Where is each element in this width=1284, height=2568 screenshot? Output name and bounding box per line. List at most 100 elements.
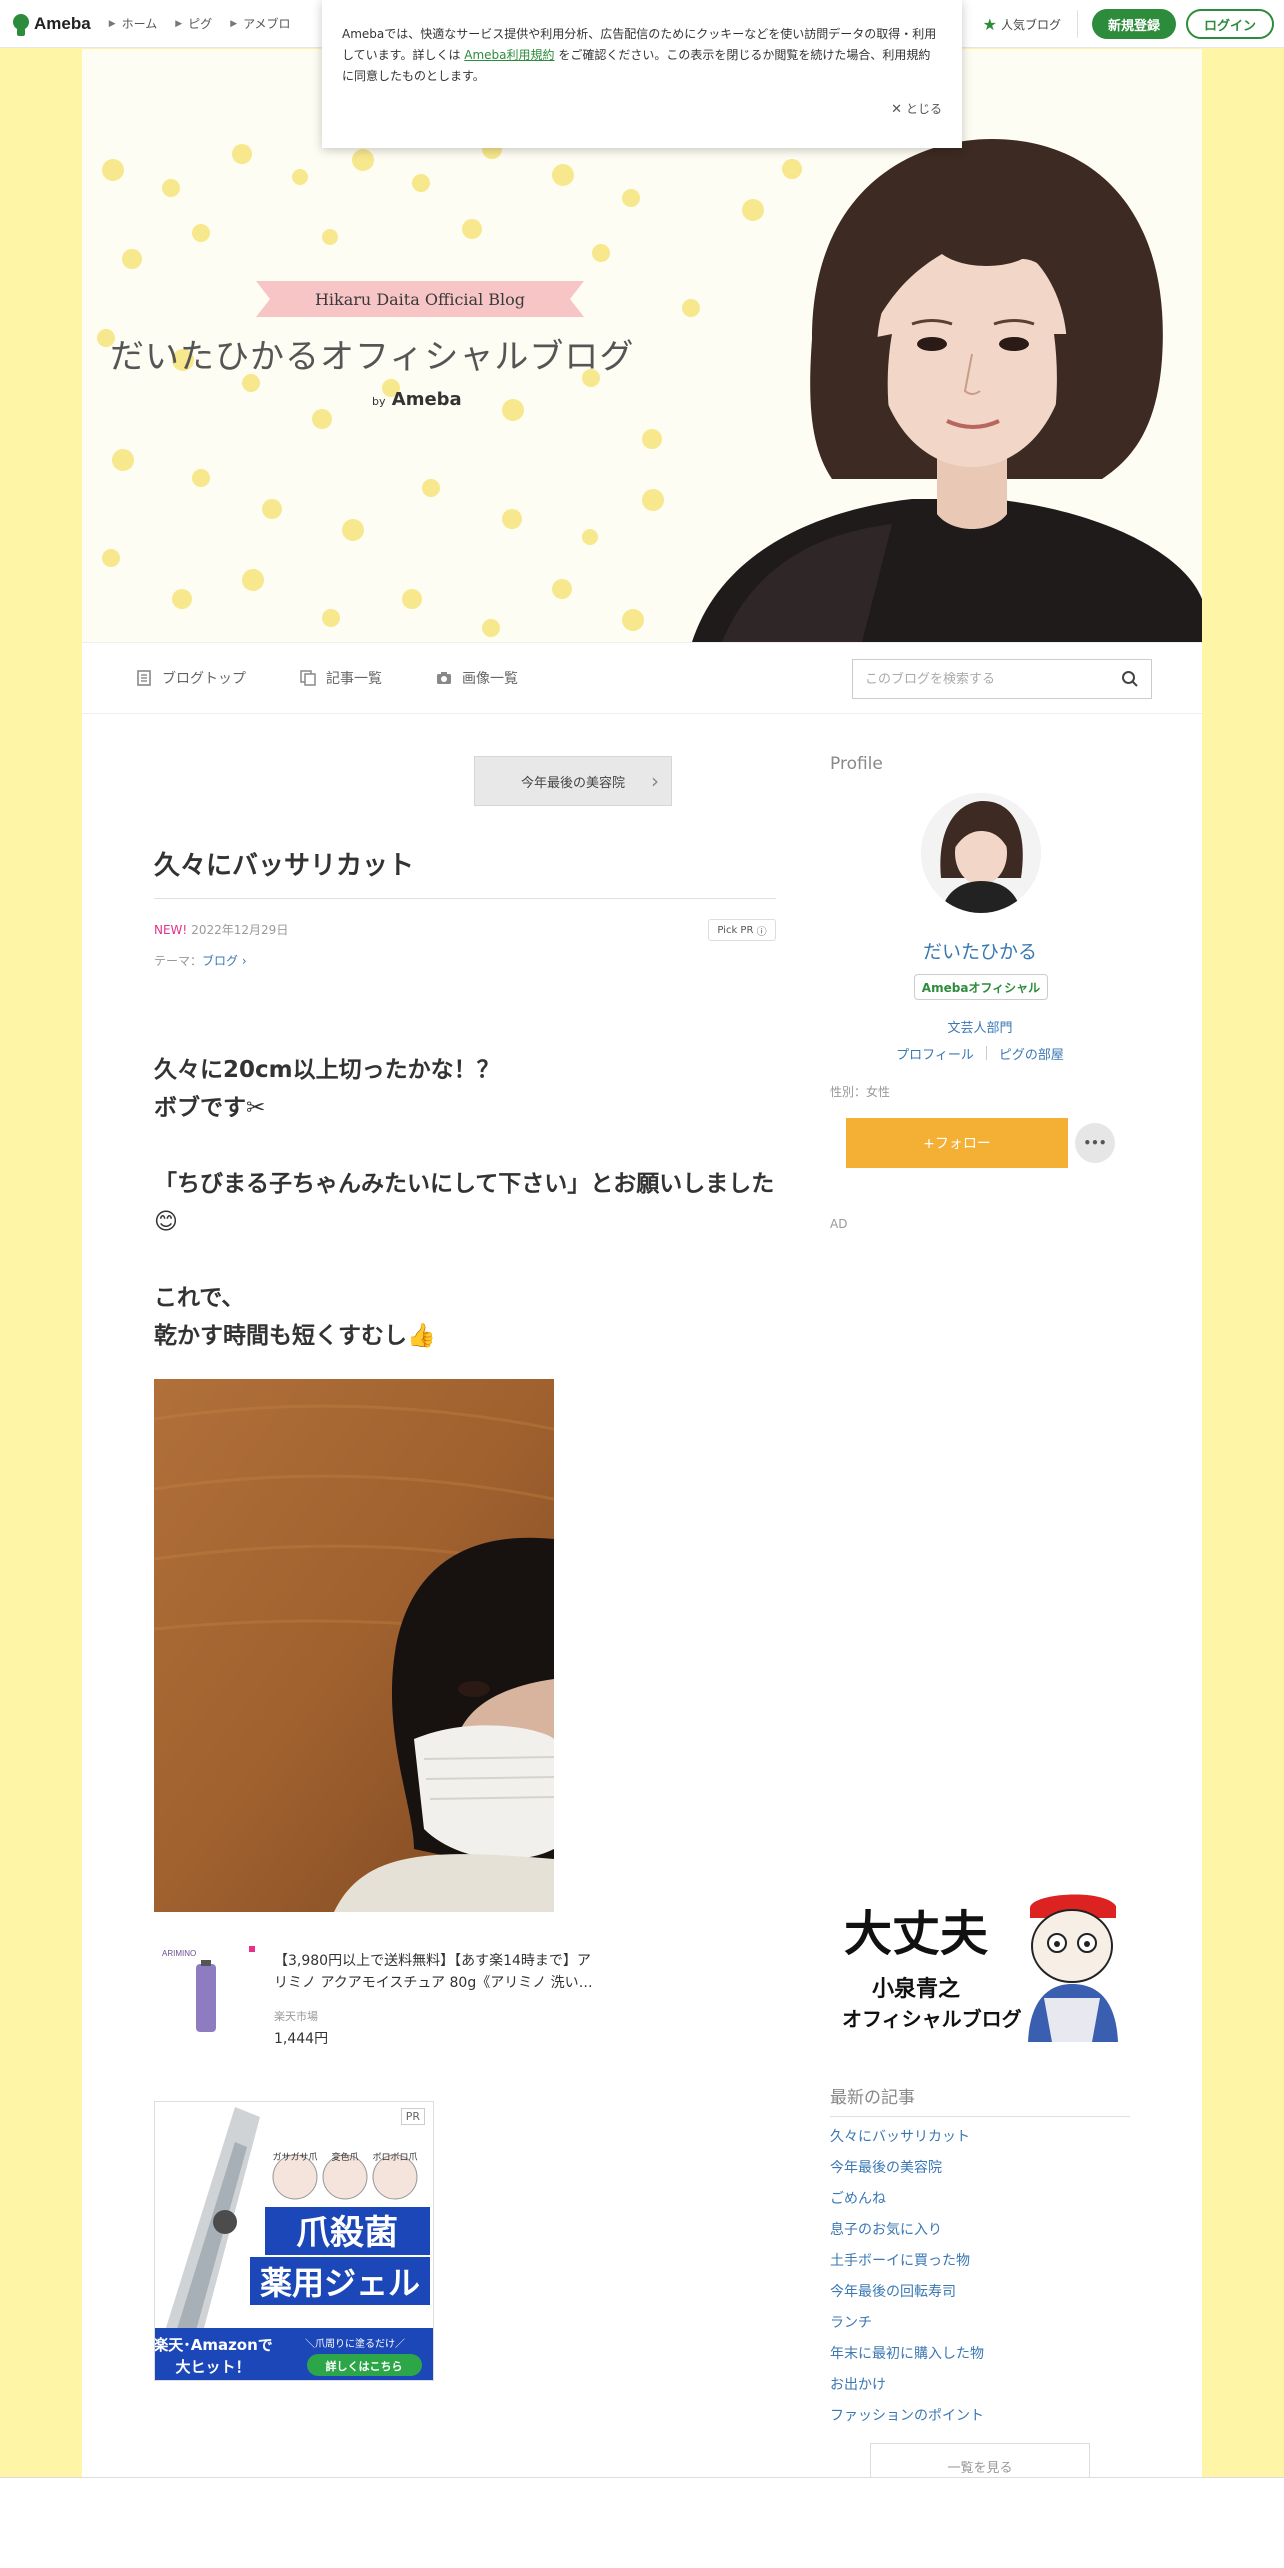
polka-dot <box>642 429 662 449</box>
search-icon[interactable] <box>1121 670 1139 688</box>
polka-dot <box>122 249 142 269</box>
polka-dot <box>102 549 120 567</box>
star-icon: ★ <box>982 14 997 34</box>
banner-ad-sub-text-2: オフィシャルブログ <box>842 2007 1022 2031</box>
polka-dot <box>352 149 374 171</box>
polka-dot <box>592 244 610 262</box>
login-button[interactable]: ログイン <box>1185 9 1274 39</box>
pr-label: PR <box>400 2108 425 2125</box>
product-price: 1,444円 <box>274 2031 329 2047</box>
profile-category[interactable]: 文芸人部門 <box>830 1017 1130 1036</box>
body-line: ボブです✂ <box>154 1095 266 1121</box>
polka-dot <box>422 479 440 497</box>
nav-entry-list-label: 記事一覧 <box>326 671 382 687</box>
signup-button[interactable]: 新規登録 <box>1091 9 1176 39</box>
ad-tag-2: 変色爪 <box>331 2151 358 2163</box>
entry-photo[interactable] <box>154 1379 554 1912</box>
ad-footer-note: ＼爪周りに塗るだけ／ <box>305 2337 405 2350</box>
theme-link[interactable]: ブログ › <box>202 954 247 968</box>
cookie-close-label: とじる <box>905 102 942 116</box>
cookie-close-button[interactable]: ✕ とじる <box>891 99 942 120</box>
blog-search-input[interactable] <box>865 671 1121 687</box>
nav-ameblo[interactable]: ▶ アメブロ <box>230 15 290 32</box>
pigg-room-link[interactable]: ピグの部屋 <box>999 1044 1064 1063</box>
chevron-right-icon: ▶ <box>175 18 183 29</box>
chevron-right-icon: ▶ <box>230 18 238 29</box>
recent-entry-link[interactable]: ファッションのポイント <box>830 2406 1130 2437</box>
nav-pigg[interactable]: ▶ ピグ <box>175 15 212 32</box>
product-title: 【3,980円以上で送料無料】【あす楽14時まで】アリミノ アクアモイスチュア … <box>274 1953 593 1991</box>
profile-avatar[interactable] <box>921 793 1041 913</box>
nav-blog-top[interactable]: ブログトップ <box>136 668 246 688</box>
entry-date: 2022年12月29日 <box>191 923 289 937</box>
polka-dot <box>462 219 482 239</box>
polka-dot <box>482 619 500 637</box>
popular-blogs-link[interactable]: ★ 人気ブログ <box>983 15 1061 34</box>
cookie-consent-dialog: Amebaでは、快適なサービス提供や利用分析、広告配信のためにクッキーなどを使い… <box>322 0 962 148</box>
ad-cta: 詳しくはこちら <box>326 2359 403 2373</box>
nav-image-list[interactable]: 画像一覧 <box>436 668 518 688</box>
entry-meta: NEW! 2022年12月29日 <box>154 921 288 938</box>
profile-gender: 性別：女性 <box>830 1085 891 1099</box>
polka-dot <box>622 609 644 631</box>
polka-dot <box>502 399 524 421</box>
recent-entry-link[interactable]: 年末に最初に購入した物 <box>830 2344 1130 2375</box>
previous-entry-label: 今年最後の美容院 <box>520 775 625 791</box>
pick-pr-button[interactable]: Pick PR ⓘ <box>708 919 776 941</box>
recent-entry-link[interactable]: 土手ボーイに買った物 <box>830 2251 1130 2282</box>
nav-entry-list[interactable]: 記事一覧 <box>300 668 382 688</box>
recent-entry-link[interactable]: 息子のお気に入り <box>830 2220 1130 2251</box>
cookie-text: Amebaでは、快適なサービス提供や利用分析、広告配信のためにクッキーなどを使い… <box>342 24 942 87</box>
recent-entry-link[interactable]: 今年最後の美容院 <box>830 2158 1130 2189</box>
polka-dot <box>412 174 430 192</box>
official-badge[interactable]: Amebaオフィシャル <box>914 974 1048 1000</box>
recent-entry-link[interactable]: 久々にバッサリカット <box>830 2127 1130 2158</box>
nav-home[interactable]: ▶ ホーム <box>109 15 158 32</box>
polka-dot <box>192 224 210 242</box>
entry-title[interactable]: 久々にバッサリカット <box>154 845 776 899</box>
polka-dot <box>322 609 340 627</box>
polka-dot <box>172 589 192 609</box>
entry-theme: テーマ：ブログ › <box>154 952 247 969</box>
polka-dot <box>582 529 598 545</box>
header-actions: ★ 人気ブログ 新規登録 ログイン <box>983 0 1274 48</box>
advertisement-banner[interactable]: 爪殺菌 薬用ジェル ガサガサ爪 変色爪 ボロボロ爪 楽天･Amazonで 大ヒッ… <box>154 2101 434 2381</box>
ameba-logo[interactable]: Ameba <box>12 0 91 48</box>
recent-entries-list: 久々にバッサリカット 今年最後の美容院 ごめんね 息子のお気に入り 土手ボーイに… <box>830 2127 1130 2437</box>
ad-tag-3: ボロボロ爪 <box>372 2152 417 2163</box>
follow-button[interactable]: +フォロー <box>846 1118 1068 1168</box>
polka-dot <box>552 579 572 599</box>
body-line: 「ちびまる子ちゃんみたいにして下さい」とお願いしました😊 <box>154 1171 775 1235</box>
banner-ad-sub-text: 小泉青之 <box>872 1976 960 2002</box>
recent-entries-heading: 最新の記事 <box>830 2083 1130 2117</box>
copy-icon <box>300 670 316 686</box>
nav-home-label: ホーム <box>121 17 158 31</box>
recent-entry-link[interactable]: ランチ <box>830 2313 1130 2344</box>
blog-search <box>852 659 1152 699</box>
polka-dot <box>242 569 264 591</box>
product-link-card[interactable]: ARIMINO 【3,980円以上で送料無料】【あす楽14時まで】アリミノ アク… <box>154 1942 784 2052</box>
polka-dot <box>622 189 640 207</box>
more-options-button[interactable]: ••• <box>1075 1123 1115 1163</box>
polka-dot <box>162 179 180 197</box>
ameba-mascot-icon <box>12 12 30 36</box>
recent-entry-link[interactable]: 今年最後の回転寿司 <box>830 2282 1130 2313</box>
profile-link[interactable]: プロフィール <box>896 1044 974 1063</box>
sidebar-banner-ad[interactable]: 大丈夫 小泉青之 オフィシャルブログ <box>834 1888 1130 2042</box>
banner-byline: by Ameba <box>372 389 462 410</box>
blog-page: Hikaru Daita Official Blog だいたひかるオフィシャルブ… <box>82 49 1202 2489</box>
previous-entry-button[interactable]: 今年最後の美容院 › <box>474 756 672 806</box>
document-icon <box>137 670 151 686</box>
thumb-brand: ARIMINO <box>162 1949 196 1958</box>
banner-ribbon: Hikaru Daita Official Blog <box>256 281 584 317</box>
ad-creative: 爪殺菌 薬用ジェル ガサガサ爪 変色爪 ボロボロ爪 楽天･Amazonで 大ヒッ… <box>155 2102 433 2380</box>
polka-dot <box>232 144 252 164</box>
terms-link[interactable]: Ameba利用規約 <box>464 48 554 62</box>
info-icon: ⓘ <box>756 926 767 938</box>
ad-headline-1: 爪殺菌 <box>296 2213 398 2253</box>
polka-dot <box>262 499 282 519</box>
profile-name[interactable]: だいたひかる <box>830 937 1130 964</box>
recent-entry-link[interactable]: お出かけ <box>830 2375 1130 2406</box>
recent-entry-link[interactable]: ごめんね <box>830 2189 1130 2220</box>
body-line <box>154 1241 784 1279</box>
